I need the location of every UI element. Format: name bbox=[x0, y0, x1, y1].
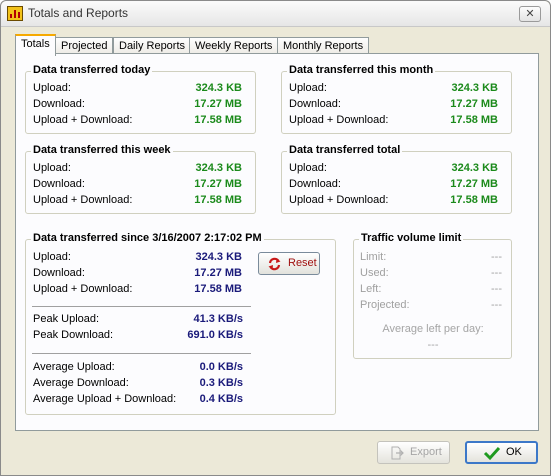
row-total: Upload + Download: 17.58 MB bbox=[33, 114, 242, 126]
group-week: Data transferred this week Upload: 324.3… bbox=[25, 144, 256, 214]
average-left-per-day-value: --- bbox=[427, 339, 439, 351]
average-download-value: 0.3 KB/s bbox=[199, 377, 243, 389]
upload-value: 324.3 KB bbox=[451, 162, 498, 174]
refresh-icon bbox=[268, 257, 281, 271]
row-peak-download: Peak Download: 691.0 KB/s bbox=[33, 329, 243, 341]
group-title: Data transferred this week bbox=[31, 144, 173, 156]
left-value: --- bbox=[491, 283, 502, 295]
download-value: 17.27 MB bbox=[450, 178, 498, 190]
group-title: Traffic volume limit bbox=[359, 232, 464, 244]
ok-label: OK bbox=[506, 446, 522, 458]
projected-value: --- bbox=[491, 299, 502, 311]
close-icon: ✕ bbox=[525, 8, 535, 20]
total-value: 17.58 MB bbox=[194, 283, 242, 295]
group-title: Data transferred this month bbox=[287, 64, 436, 76]
total-value: 17.58 MB bbox=[194, 114, 242, 126]
total-value: 17.58 MB bbox=[450, 114, 498, 126]
row-left: Left: --- bbox=[360, 283, 502, 295]
row-upload: Upload: 324.3 KB bbox=[289, 82, 498, 94]
row-download: Download: 17.27 MB bbox=[33, 98, 242, 110]
download-value: 17.27 MB bbox=[450, 98, 498, 110]
row-download: Download: 17.27 MB bbox=[289, 98, 498, 110]
row-average-upload: Average Upload: 0.0 KB/s bbox=[33, 361, 243, 373]
row-used: Used: --- bbox=[360, 267, 502, 279]
group-title: Data transferred since 3/16/2007 2:17:02… bbox=[31, 232, 264, 244]
export-label: Export bbox=[410, 446, 442, 458]
group-total: Data transferred total Upload: 324.3 KB … bbox=[281, 144, 512, 214]
ok-button[interactable]: OK bbox=[465, 441, 538, 464]
row-upload: Upload: 324.3 KB bbox=[33, 82, 242, 94]
row-download: Download: 17.27 MB bbox=[289, 178, 498, 190]
total-value: 17.58 MB bbox=[194, 194, 242, 206]
average-upload-value: 0.0 KB/s bbox=[199, 361, 243, 373]
total-value: 17.58 MB bbox=[450, 194, 498, 206]
totals-and-reports-window: Totals and Reports ✕ Totals Projected Da… bbox=[0, 0, 551, 476]
export-button[interactable]: Export bbox=[377, 441, 450, 464]
group-title: Data transferred total bbox=[287, 144, 403, 156]
row-projected: Projected: --- bbox=[360, 299, 502, 311]
average-total-value: 0.4 KB/s bbox=[199, 393, 243, 405]
app-chart-icon bbox=[7, 6, 23, 21]
close-button[interactable]: ✕ bbox=[519, 6, 541, 22]
row-upload: Upload: 324.3 KB bbox=[289, 162, 498, 174]
group-today: Data transferred today Upload: 324.3 KB … bbox=[25, 64, 256, 134]
checkmark-icon bbox=[483, 446, 501, 461]
download-value: 17.27 MB bbox=[194, 178, 242, 190]
row-total: Upload + Download: 17.58 MB bbox=[289, 114, 498, 126]
row-average-download: Average Download: 0.3 KB/s bbox=[33, 377, 243, 389]
divider bbox=[32, 353, 251, 354]
row-upload: Upload: 324.3 KB bbox=[33, 162, 242, 174]
reset-label: Reset bbox=[288, 257, 317, 269]
row-download: Download: 17.27 MB bbox=[33, 267, 242, 279]
upload-value: 324.3 KB bbox=[195, 251, 242, 263]
used-value: --- bbox=[491, 267, 502, 279]
upload-value: 324.3 KB bbox=[195, 82, 242, 94]
row-upload: Upload: 324.3 KB bbox=[33, 251, 242, 263]
row-total: Upload + Download: 17.58 MB bbox=[33, 194, 242, 206]
group-title: Data transferred today bbox=[31, 64, 153, 76]
group-traffic-limit: Traffic volume limit Limit: --- Used: --… bbox=[353, 232, 512, 359]
download-value: 17.27 MB bbox=[194, 267, 242, 279]
export-icon bbox=[391, 446, 404, 460]
download-value: 17.27 MB bbox=[194, 98, 242, 110]
window-title: Totals and Reports bbox=[28, 6, 129, 20]
row-total: Upload + Download: 17.58 MB bbox=[289, 194, 498, 206]
row-limit: Limit: --- bbox=[360, 251, 502, 263]
average-left-per-day-label: Average left per day: bbox=[382, 323, 484, 335]
row-average-total: Average Upload + Download: 0.4 KB/s bbox=[33, 393, 243, 405]
group-month: Data transferred this month Upload: 324.… bbox=[281, 64, 512, 134]
upload-value: 324.3 KB bbox=[195, 162, 242, 174]
limit-value: --- bbox=[491, 251, 502, 263]
row-total: Upload + Download: 17.58 MB bbox=[33, 283, 242, 295]
row-download: Download: 17.27 MB bbox=[33, 178, 242, 190]
peak-download-value: 691.0 KB/s bbox=[187, 329, 243, 341]
tab-totals[interactable]: Totals bbox=[15, 34, 56, 56]
divider bbox=[32, 306, 251, 307]
title-bar: Totals and Reports ✕ bbox=[1, 1, 550, 27]
row-peak-upload: Peak Upload: 41.3 KB/s bbox=[33, 313, 243, 325]
peak-upload-value: 41.3 KB/s bbox=[193, 313, 243, 325]
reset-button[interactable]: Reset bbox=[258, 252, 320, 275]
upload-value: 324.3 KB bbox=[451, 82, 498, 94]
